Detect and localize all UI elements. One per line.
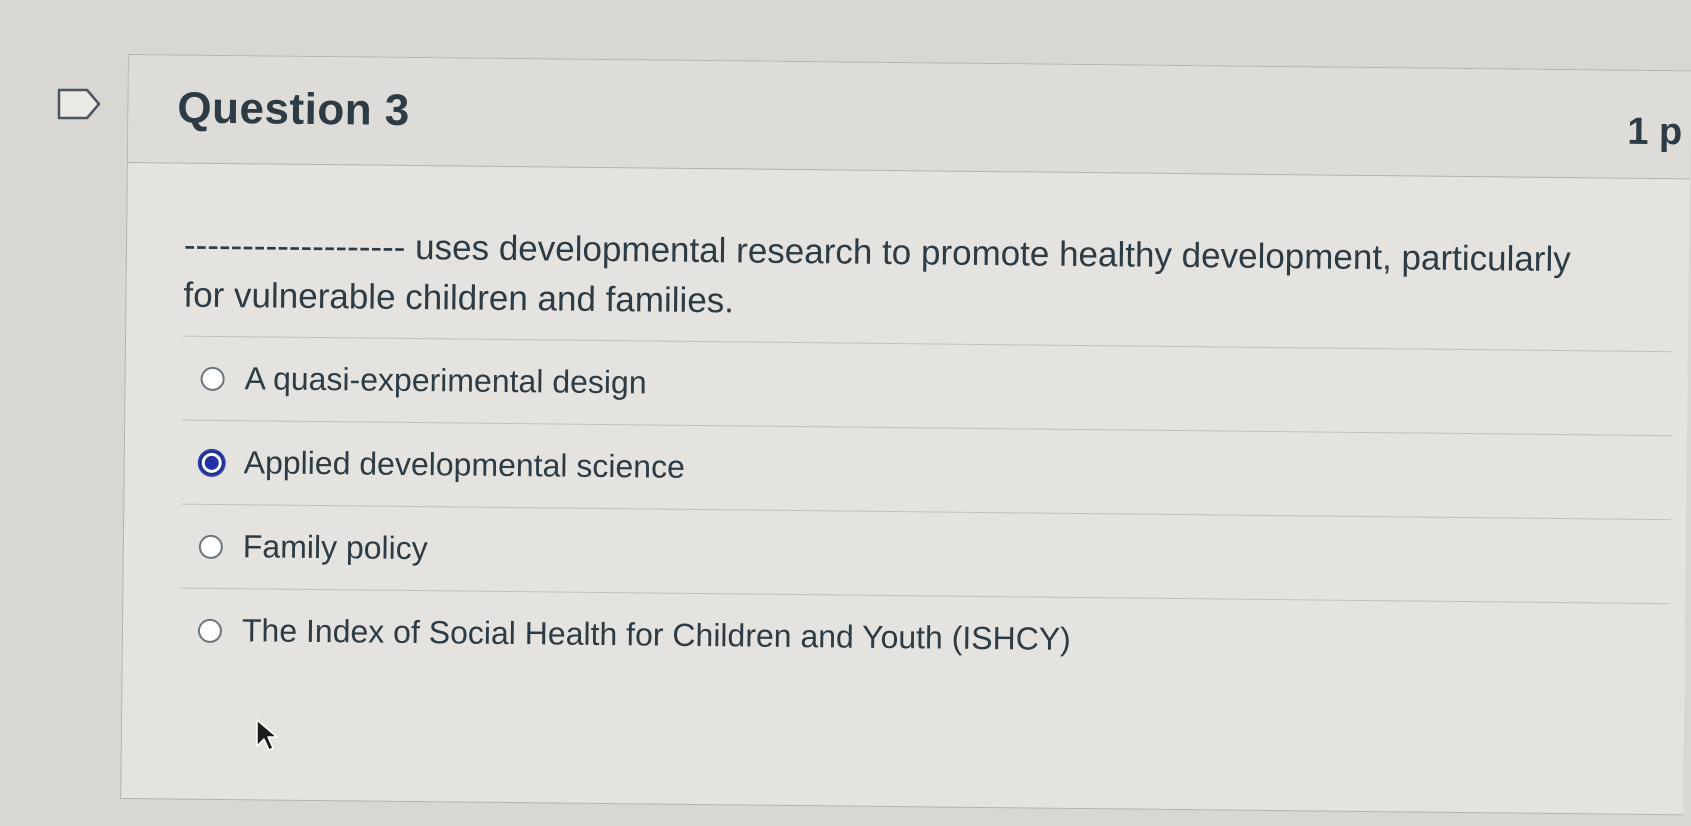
question-points: 1 p	[1627, 110, 1683, 154]
answer-label: Family policy	[242, 528, 428, 567]
answer-label: A quasi-experimental design	[244, 360, 647, 401]
flag-question-icon[interactable]	[57, 88, 101, 120]
mouse-pointer-icon	[255, 718, 281, 754]
answer-option-4[interactable]: The Index of Social Health for Children …	[179, 587, 1671, 688]
question-card: Question 3 1 p ------------------- uses …	[120, 54, 1691, 816]
answer-list: A quasi-experimental design Applied deve…	[179, 335, 1673, 688]
radio-button[interactable]	[197, 618, 223, 643]
question-text: ------------------- uses developmental r…	[183, 225, 1571, 321]
question-title: Question 3	[177, 83, 411, 135]
radio-button-selected[interactable]	[199, 450, 224, 475]
question-header: Question 3 1 p	[127, 55, 1691, 180]
answer-label: The Index of Social Health for Children …	[241, 612, 1072, 657]
answer-option-2[interactable]: Applied developmental science	[181, 419, 1673, 520]
radio-button[interactable]	[198, 534, 223, 559]
answer-option-3[interactable]: Family policy	[180, 503, 1672, 604]
radio-button[interactable]	[200, 366, 225, 391]
answer-option-1[interactable]: A quasi-experimental design	[182, 335, 1673, 436]
answer-label: Applied developmental science	[243, 444, 686, 485]
